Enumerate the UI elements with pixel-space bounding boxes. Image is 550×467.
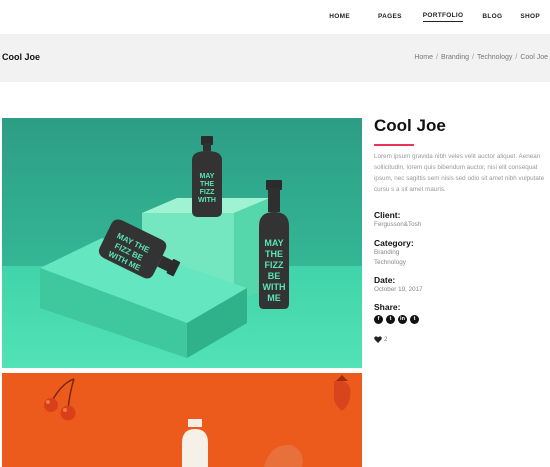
tumblr-icon[interactable]: t <box>410 315 419 324</box>
svg-text:THE: THE <box>200 181 214 188</box>
project-title: Cool Joe <box>374 116 446 135</box>
nav-home[interactable]: HOME <box>329 13 350 22</box>
top-navigation: HOME PAGES PORTFOLIO BLOG SHOP <box>0 0 550 34</box>
nav-shop[interactable]: SHOP <box>520 13 540 22</box>
page-title: Cool Joe <box>2 52 41 62</box>
heart-icon <box>374 336 382 343</box>
project-image-orange <box>2 373 362 467</box>
breadcrumb-branding[interactable]: Branding <box>441 54 469 61</box>
svg-text:WITH: WITH <box>198 197 216 204</box>
svg-text:ME: ME <box>267 293 281 303</box>
svg-text:WITH: WITH <box>263 282 286 292</box>
category-label: Category: <box>374 237 414 248</box>
breadcrumb-technology[interactable]: Technology <box>477 54 512 61</box>
like-button[interactable]: 2 <box>374 336 550 343</box>
date-label: Date: <box>374 274 396 285</box>
project-description: Lorem ipsum gravida nibh veles velit auc… <box>374 153 545 193</box>
project-image-bottles: MAY THE FIZZ WITH MAY THE FIZZ BE WITH M… <box>2 118 362 368</box>
twitter-icon[interactable]: t <box>386 315 395 324</box>
svg-text:THE: THE <box>265 249 283 259</box>
svg-text:MAY: MAY <box>200 173 215 180</box>
share-buttons: f t in t <box>374 315 550 324</box>
nav-portfolio[interactable]: PORTFOLIO <box>422 12 464 22</box>
client-value: Fergusson&Tosh <box>374 221 422 228</box>
breadcrumb-separator: / <box>436 54 438 61</box>
nav-pages[interactable]: PAGES <box>378 13 402 22</box>
project-details: Cool Joe Lorem ipsum gravida nibh veles … <box>374 115 550 343</box>
category-branding[interactable]: Branding <box>374 248 550 259</box>
title-underline <box>374 144 414 146</box>
client-label: Client: <box>374 210 401 220</box>
facebook-icon[interactable]: f <box>374 315 383 324</box>
breadcrumb: Home / Branding / Technology / Cool Joe <box>414 54 548 61</box>
breadcrumb-home[interactable]: Home <box>414 54 433 61</box>
svg-text:FIZZ: FIZZ <box>200 189 215 196</box>
svg-text:BE: BE <box>268 271 281 281</box>
share-label: Share: <box>374 302 401 312</box>
date-value: October 19, 2017 <box>374 285 423 293</box>
page-title-bar: Cool Joe Home / Branding / Technology / … <box>0 34 550 82</box>
linkedin-icon[interactable]: in <box>398 315 407 324</box>
breadcrumb-separator: / <box>515 54 518 61</box>
nav-blog[interactable]: BLOG <box>482 13 502 22</box>
svg-text:MAY: MAY <box>264 238 283 248</box>
breadcrumb-separator: / <box>472 54 474 61</box>
svg-text:FIZZ: FIZZ <box>265 260 284 270</box>
breadcrumb-current: Cool Joe <box>520 54 548 61</box>
nav-links: HOME PAGES PORTFOLIO BLOG SHOP <box>329 0 550 34</box>
category-technology[interactable]: Technology <box>374 258 550 269</box>
like-count: 2 <box>384 336 388 343</box>
